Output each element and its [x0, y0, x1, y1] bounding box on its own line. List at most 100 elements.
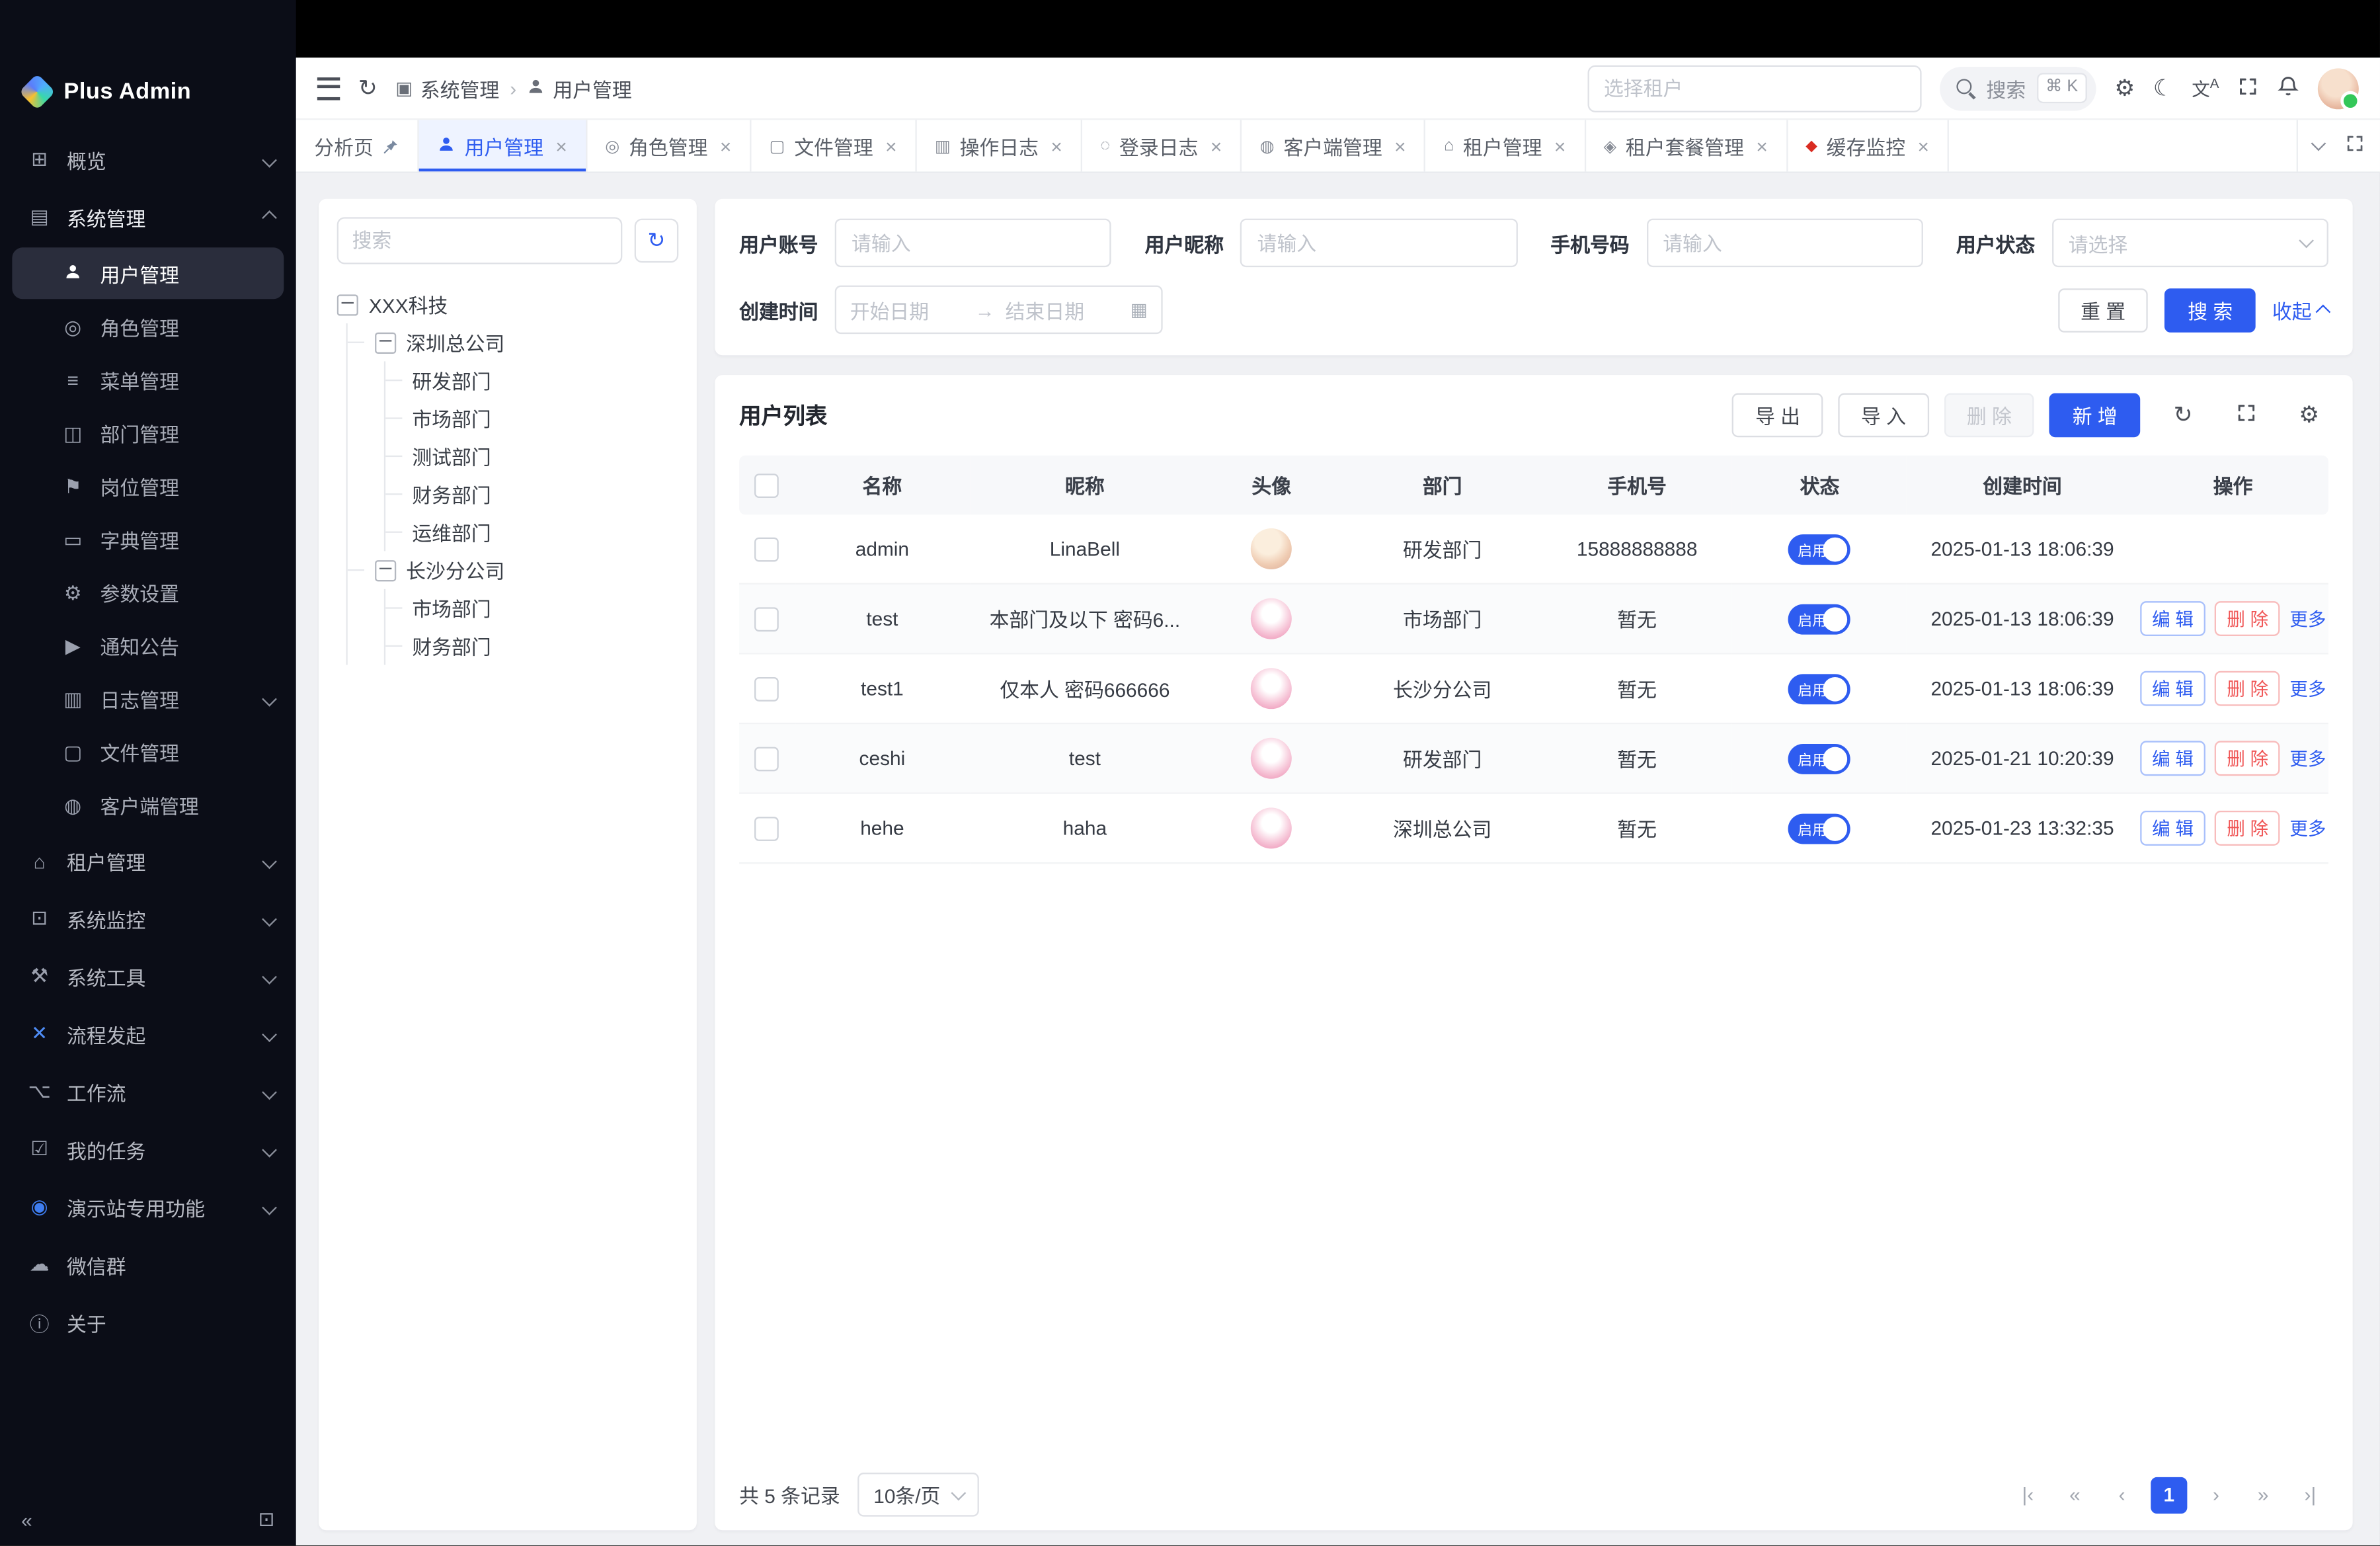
sidebar-item-post-management[interactable]: ⚑ 岗位管理: [0, 460, 296, 513]
tree-collapse-icon[interactable]: [337, 294, 358, 315]
app-logo[interactable]: Plus Admin: [0, 58, 296, 124]
nickname-input[interactable]: [1240, 219, 1517, 267]
sidebar-item-dept-management[interactable]: ◫ 部门管理: [0, 407, 296, 460]
status-toggle[interactable]: 启用: [1789, 534, 1851, 564]
dock-toggle-icon[interactable]: ⊡: [258, 1508, 275, 1533]
sidebar-item-role-management[interactable]: ◎ 角色管理: [0, 301, 296, 354]
row-delete-button[interactable]: 删 除: [2215, 601, 2281, 636]
next-page-button[interactable]: ›: [2198, 1477, 2234, 1513]
close-icon[interactable]: ×: [555, 134, 567, 157]
more-button[interactable]: 更多: [2289, 745, 2326, 771]
row-delete-button[interactable]: 删 除: [2215, 671, 2281, 706]
tab-role-management[interactable]: ◎ 角色管理 ×: [587, 120, 751, 171]
collapse-filters-link[interactable]: 收起: [2272, 296, 2328, 325]
close-icon[interactable]: ×: [1394, 134, 1406, 157]
sidebar-item-system-tools[interactable]: ⚒ 系统工具: [0, 948, 296, 1005]
sidebar-item-workflow[interactable]: ⌥ 工作流: [0, 1063, 296, 1120]
tab-fullscreen-icon[interactable]: [2345, 134, 2365, 158]
bell-icon[interactable]: [2277, 74, 2299, 101]
add-button[interactable]: 新 增: [2049, 393, 2140, 438]
close-icon[interactable]: ×: [1554, 134, 1566, 157]
tenant-select-input[interactable]: [1587, 65, 1921, 112]
status-select[interactable]: 请选择: [2052, 219, 2328, 267]
tree-refresh-button[interactable]: ↻: [635, 219, 679, 263]
sidebar-item-file-management[interactable]: ▢ 文件管理: [0, 725, 296, 778]
tab-file-management[interactable]: ▢ 文件管理 ×: [751, 120, 916, 171]
row-checkbox[interactable]: [755, 747, 779, 771]
current-page-button[interactable]: 1: [2151, 1477, 2187, 1513]
tree-node-root[interactable]: XXX科技: [337, 286, 679, 323]
collapse-sidebar-button[interactable]: «: [21, 1509, 32, 1531]
tab-tenant-management[interactable]: ⌂ 租户管理 ×: [1425, 120, 1585, 171]
sidebar-item-process-initiation[interactable]: ✕ 流程发起: [0, 1005, 296, 1063]
table-refresh-icon[interactable]: ↻: [2164, 402, 2202, 428]
sidebar-item-overview[interactable]: ⊞ 概览: [0, 130, 296, 188]
sidebar-item-demo-features[interactable]: ◉ 演示站专用功能: [0, 1178, 296, 1236]
close-icon[interactable]: ×: [1051, 134, 1062, 157]
sidebar-item-system-monitor[interactable]: ⊡ 系统监控: [0, 889, 296, 947]
dark-mode-icon[interactable]: ☾: [2153, 77, 2174, 99]
sidebar-item-wechat-group[interactable]: ☁ 微信群: [0, 1236, 296, 1293]
global-search-button[interactable]: 搜索 ⌘ K: [1939, 66, 2096, 110]
edit-button[interactable]: 编 辑: [2140, 601, 2206, 636]
more-button[interactable]: 更多: [2289, 676, 2326, 702]
close-icon[interactable]: ×: [885, 134, 896, 157]
export-button[interactable]: 导 出: [1733, 393, 1823, 438]
gear-icon[interactable]: ⚙: [2114, 77, 2135, 99]
sidebar-item-dict-management[interactable]: ▭ 字典管理: [0, 513, 296, 566]
table-settings-icon[interactable]: ⚙: [2289, 402, 2328, 428]
tree-node-leaf[interactable]: 测试部门: [385, 437, 678, 475]
reset-button[interactable]: 重 置: [2058, 288, 2149, 332]
tree-collapse-icon[interactable]: [374, 332, 395, 353]
row-checkbox[interactable]: [755, 676, 779, 701]
row-delete-button[interactable]: 删 除: [2215, 741, 2281, 776]
more-button[interactable]: 更多: [2289, 815, 2326, 841]
tree-node-leaf[interactable]: 运维部门: [385, 513, 678, 551]
close-icon[interactable]: ×: [1917, 134, 1928, 157]
user-avatar[interactable]: [2318, 67, 2359, 108]
table-fullscreen-icon[interactable]: [2226, 401, 2266, 430]
edit-button[interactable]: 编 辑: [2140, 671, 2206, 706]
account-input[interactable]: [835, 219, 1111, 267]
row-delete-button[interactable]: 删 除: [2215, 811, 2281, 846]
tab-cache-monitor[interactable]: ◆ 缓存监控 ×: [1788, 120, 1949, 171]
status-toggle[interactable]: 启用: [1789, 813, 1851, 843]
more-button[interactable]: 更多: [2289, 606, 2326, 631]
select-all-checkbox[interactable]: [755, 473, 779, 498]
last-page-button[interactable]: ›|: [2292, 1477, 2328, 1513]
tree-collapse-icon[interactable]: [374, 559, 395, 581]
sidebar-item-log-management[interactable]: ▥ 日志管理: [0, 672, 296, 725]
first-page-button[interactable]: |‹: [2010, 1477, 2046, 1513]
sidebar-item-menu-management[interactable]: ≡ 菜单管理: [0, 354, 296, 407]
tab-analysis[interactable]: 分析页: [296, 120, 419, 171]
tab-operation-log[interactable]: ▥ 操作日志 ×: [916, 120, 1082, 171]
page-size-select[interactable]: 10条/页: [858, 1473, 978, 1518]
row-checkbox[interactable]: [755, 817, 779, 841]
refresh-icon[interactable]: ↻: [358, 77, 377, 99]
sidebar-item-system-management[interactable]: ▤ 系统管理: [0, 188, 296, 246]
translate-icon[interactable]: 文A: [2192, 75, 2219, 101]
sidebar-item-my-tasks[interactable]: ☑ 我的任务: [0, 1120, 296, 1178]
delete-button[interactable]: 删 除: [1944, 393, 2034, 438]
row-checkbox[interactable]: [755, 607, 779, 631]
sidebar-item-about[interactable]: ⓘ 关于: [0, 1293, 296, 1351]
edit-button[interactable]: 编 辑: [2140, 811, 2206, 846]
breadcrumb-item-system[interactable]: ▣ 系统管理: [395, 73, 499, 102]
import-button[interactable]: 导 入: [1839, 393, 1929, 438]
tab-login-log[interactable]: ◌ 登录日志 ×: [1082, 120, 1242, 171]
sidebar-item-param-settings[interactable]: ⚙ 参数设置: [0, 566, 296, 619]
sidebar-item-user-management[interactable]: 用户管理: [12, 247, 284, 299]
sidebar-item-client-management[interactable]: ◍ 客户端管理: [0, 779, 296, 832]
sidebar-item-notice[interactable]: ▶ 通知公告: [0, 620, 296, 672]
phone-input[interactable]: [1646, 219, 1923, 267]
tree-node-leaf[interactable]: 研发部门: [385, 361, 678, 399]
next-fast-button[interactable]: »: [2245, 1477, 2281, 1513]
tree-node-leaf[interactable]: 市场部门: [385, 589, 678, 627]
prev-page-button[interactable]: ‹: [2104, 1477, 2140, 1513]
tab-list-dropdown-icon[interactable]: [2311, 136, 2326, 151]
status-toggle[interactable]: 启用: [1789, 604, 1851, 634]
tree-node-leaf[interactable]: 财务部门: [385, 475, 678, 513]
search-button[interactable]: 搜 索: [2165, 288, 2256, 332]
tree-node-branch[interactable]: 深圳总公司: [347, 323, 679, 361]
status-toggle[interactable]: 启用: [1789, 743, 1851, 774]
